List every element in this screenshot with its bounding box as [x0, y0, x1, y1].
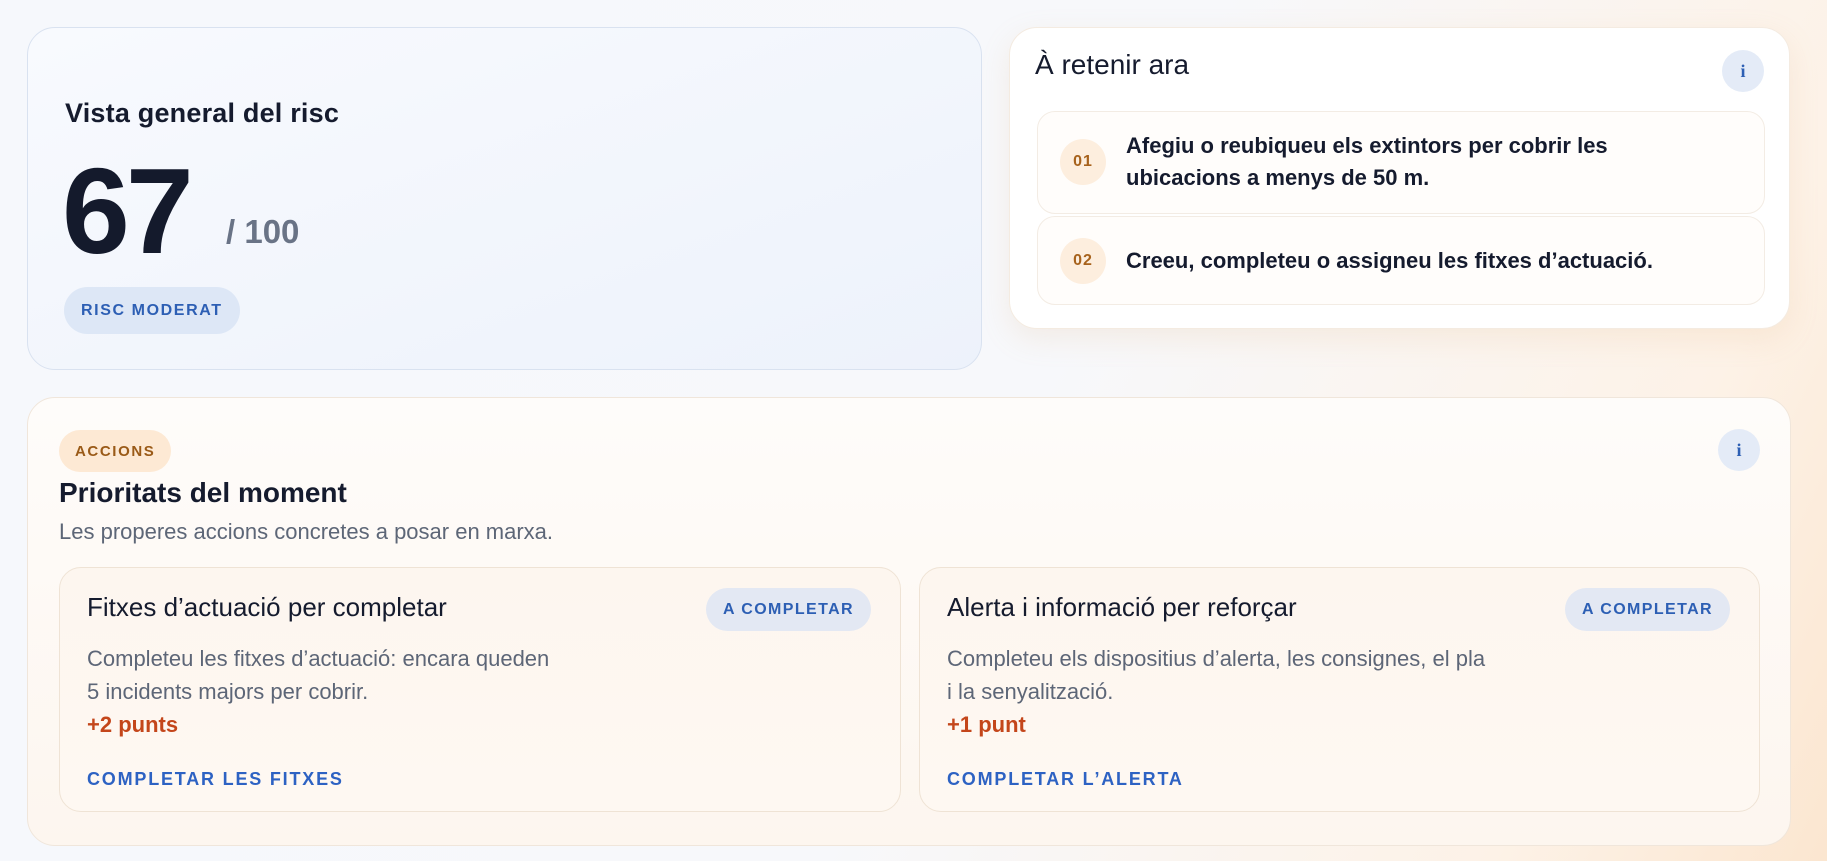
action-card-fitxes: Fitxes d’actuació per completar A COMPLE…	[59, 567, 901, 812]
takeaway-text: Creeu, completeu o assigneu les fitxes d…	[1126, 248, 1653, 273]
action-card-title: Fitxes d’actuació per completar	[87, 592, 447, 622]
risk-overview-title: Vista general del risc	[65, 98, 340, 128]
info-icon[interactable]: i	[1722, 50, 1764, 92]
actions-card: ACCIONS i Prioritats del moment Les prop…	[27, 397, 1791, 846]
description-line: i la senyalització.	[947, 679, 1114, 704]
takeaway-text: Afegiu o reubiqueu els extintors per cob…	[1126, 133, 1608, 190]
description-line: Completeu els dispositius d’alerta, les …	[947, 646, 1486, 671]
complete-alerta-link[interactable]: COMPLETAR L’ALERTA	[947, 769, 1184, 790]
action-card-description: Completeu els dispositius d’alerta, les …	[947, 642, 1507, 708]
page: Vista general del risc 67 / 100 RISC MOD…	[0, 0, 1827, 861]
action-card-description: Completeu les fitxes d’actuació: encara …	[87, 642, 647, 708]
action-card-points: +2 punts	[87, 712, 179, 737]
status-badge: A COMPLETAR	[706, 588, 871, 631]
takeaway-item: 01 Afegiu o reubiqueu els extintors per …	[1037, 111, 1765, 214]
risk-score-max: / 100	[226, 213, 300, 250]
takeaway-item: 02 Creeu, completeu o assigneu les fitxe…	[1037, 216, 1765, 305]
risk-score: 67	[62, 143, 194, 279]
complete-fitxes-link[interactable]: COMPLETAR LES FITXES	[87, 769, 344, 790]
actions-subtitle: Les properes accions concretes a posar e…	[59, 519, 554, 544]
takeaway-number: 02	[1060, 238, 1106, 284]
description-line: 5 incidents majors per cobrir.	[87, 679, 369, 704]
action-card-points: +1 punt	[947, 712, 1026, 737]
description-line: Completeu les fitxes d’actuació: encara …	[87, 646, 550, 671]
takeaway-number: 01	[1060, 139, 1106, 185]
actions-section-badge: ACCIONS	[59, 430, 172, 472]
action-card-title: Alerta i informació per reforçar	[947, 592, 1297, 622]
takeaways-card: À retenir ara i 01 Afegiu o reubiqueu el…	[1009, 27, 1790, 329]
action-card-alerta: Alerta i informació per reforçar A COMPL…	[919, 567, 1760, 812]
status-badge: A COMPLETAR	[1565, 588, 1730, 631]
takeaways-title: À retenir ara	[1035, 49, 1190, 80]
risk-level-badge: RISC MODERAT	[64, 287, 240, 334]
risk-overview-card: Vista general del risc 67 / 100 RISC MOD…	[27, 27, 982, 370]
actions-title: Prioritats del moment	[59, 477, 347, 508]
info-icon[interactable]: i	[1718, 429, 1760, 471]
